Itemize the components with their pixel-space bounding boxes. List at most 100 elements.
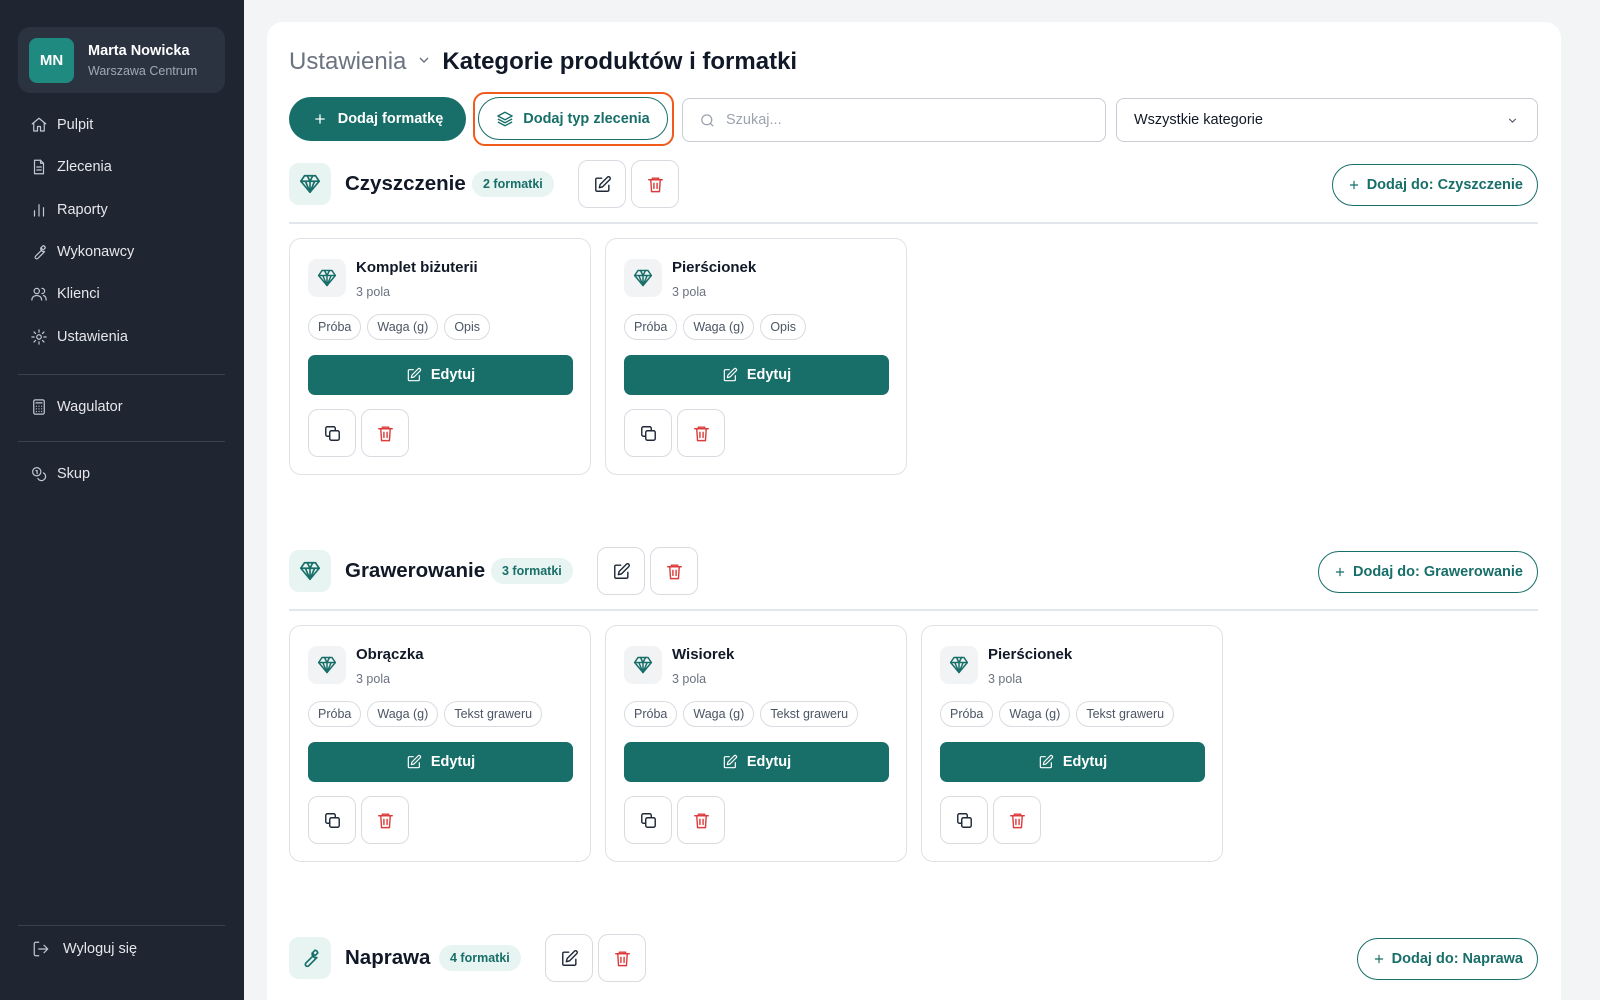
delete-category-button[interactable] xyxy=(631,160,679,208)
template-title: Pierścionek xyxy=(672,259,757,276)
delete-template-button[interactable] xyxy=(993,796,1041,844)
diamond-icon xyxy=(308,259,346,297)
sidebar-item-raporty[interactable]: Raporty xyxy=(30,198,108,222)
category-filter-select[interactable]: Wszystkie kategorie xyxy=(1116,98,1538,142)
duplicate-template-button[interactable] xyxy=(308,409,356,457)
wrench-icon xyxy=(34,245,46,260)
delete-template-button[interactable] xyxy=(677,796,725,844)
sidebar-item-label: Skup xyxy=(57,466,91,482)
sidebar-item-wagulator[interactable]: Wagulator xyxy=(30,395,123,419)
edit-template-button[interactable]: Edytuj xyxy=(624,742,889,782)
sidebar-item-ustawienia[interactable]: Ustawienia xyxy=(30,325,128,349)
category-section: Czyszczenie 2 formatki Dodaj do: Czyszcz… xyxy=(289,160,1538,475)
trash-icon xyxy=(377,425,393,441)
breadcrumb-parent[interactable]: Ustawienia xyxy=(289,48,406,76)
sidebar-item-zlecenia[interactable]: Zlecenia xyxy=(30,155,112,179)
users-icon xyxy=(31,287,47,301)
edit-template-label: Edytuj xyxy=(430,754,476,770)
add-to-category-button[interactable]: Dodaj do: Naprawa xyxy=(1356,938,1538,980)
logout-icon xyxy=(33,941,49,957)
user-meta: Marta Nowicka Warszawa Centrum xyxy=(88,43,197,78)
sidebar-item-klienci[interactable]: Klienci xyxy=(30,282,100,306)
edit-template-button[interactable]: Edytuj xyxy=(624,355,889,395)
edit-template-button[interactable]: Edytuj xyxy=(308,742,573,782)
template-card: Pierścionek 3 pola Próba Waga (g) Tekst … xyxy=(921,625,1223,862)
edit-category-button[interactable] xyxy=(597,547,645,595)
sidebar-divider xyxy=(18,374,225,375)
add-order-type-label: Dodaj typ zlecenia xyxy=(523,110,650,127)
template-card: Wisiorek 3 pola Próba Waga (g) Tekst gra… xyxy=(605,625,907,862)
field-chip: Waga (g) xyxy=(683,314,755,340)
add-order-type-button[interactable]: Dodaj typ zlecenia xyxy=(478,97,668,140)
plus-icon xyxy=(1335,567,1345,577)
section-divider xyxy=(289,609,1538,611)
add-template-button[interactable]: Dodaj formatkę xyxy=(289,97,466,141)
page-title: Kategorie produktów i formatki xyxy=(442,48,798,75)
search-box xyxy=(682,98,1106,142)
field-chip: Tekst graweru xyxy=(444,701,543,727)
template-count-badge: 3 formatki xyxy=(491,558,573,584)
edit-icon xyxy=(407,754,421,769)
logout-label: Wyloguj się xyxy=(63,941,138,957)
edit-category-button[interactable] xyxy=(578,160,626,208)
search-input[interactable] xyxy=(726,112,1086,128)
field-chip: Próba xyxy=(308,314,362,340)
duplicate-template-button[interactable] xyxy=(940,796,988,844)
template-card: Komplet biżuterii 3 pola Próba Waga (g) … xyxy=(289,238,591,475)
section-title: Czyszczenie xyxy=(345,172,466,195)
diamond-icon xyxy=(289,550,331,592)
user-location: Warszawa Centrum xyxy=(88,63,198,78)
add-to-category-button[interactable]: Dodaj do: Czyszczenie xyxy=(1331,164,1538,206)
sidebar-item-label: Wagulator xyxy=(57,399,123,415)
coins-icon xyxy=(32,467,47,482)
diamond-icon xyxy=(940,646,978,684)
sidebar-item-wykonawcy[interactable]: Wykonawcy xyxy=(30,240,134,264)
trash-icon xyxy=(666,563,682,579)
add-template-label: Dodaj formatkę xyxy=(337,111,444,127)
diamond-icon xyxy=(624,259,662,297)
copy-icon xyxy=(956,812,972,828)
edit-icon xyxy=(407,367,421,382)
edit-template-button[interactable]: Edytuj xyxy=(308,355,573,395)
edit-template-label: Edytuj xyxy=(1062,754,1108,770)
field-chip: Waga (g) xyxy=(367,314,439,340)
document-icon xyxy=(33,159,45,175)
sidebar-item-skup[interactable]: Skup xyxy=(30,462,90,486)
delete-template-button[interactable] xyxy=(361,796,409,844)
add-to-category-label: Dodaj do: Grawerowanie xyxy=(1353,564,1523,580)
duplicate-template-button[interactable] xyxy=(308,796,356,844)
field-chips: Próba Waga (g) Tekst graweru xyxy=(940,701,1175,727)
duplicate-template-button[interactable] xyxy=(624,796,672,844)
main-panel: Ustawienia Kategorie produktów i formatk… xyxy=(267,22,1561,1000)
trash-icon xyxy=(1009,812,1025,828)
trash-icon xyxy=(693,425,709,441)
delete-template-button[interactable] xyxy=(677,409,725,457)
sidebar-item-label: Pulpit xyxy=(57,117,94,133)
edit-category-button[interactable] xyxy=(545,934,593,982)
edit-template-label: Edytuj xyxy=(746,754,792,770)
template-card: Obrączka 3 pola Próba Waga (g) Tekst gra… xyxy=(289,625,591,862)
template-title: Komplet biżuterii xyxy=(356,259,478,276)
user-card[interactable]: MN Marta Nowicka Warszawa Centrum xyxy=(18,27,225,93)
sidebar-item-label: Klienci xyxy=(57,286,100,302)
duplicate-template-button[interactable] xyxy=(624,409,672,457)
sidebar: MN Marta Nowicka Warszawa Centrum Pulpit… xyxy=(0,0,244,1000)
logout-button[interactable]: Wyloguj się xyxy=(32,937,137,961)
field-chip: Tekst graweru xyxy=(1076,701,1175,727)
add-to-category-button[interactable]: Dodaj do: Grawerowanie xyxy=(1318,551,1538,593)
section-header: Naprawa 4 formatki Dodaj do: Naprawa xyxy=(289,934,1538,997)
field-chip: Waga (g) xyxy=(367,701,439,727)
focus-ring: Dodaj typ zlecenia xyxy=(473,92,674,146)
wrench-icon xyxy=(289,937,331,979)
template-field-count: 3 pola xyxy=(988,672,1023,686)
sidebar-item-pulpit[interactable]: Pulpit xyxy=(30,113,93,137)
delete-category-button[interactable] xyxy=(598,934,646,982)
chevron-down-icon xyxy=(416,52,432,73)
copy-icon xyxy=(324,812,340,828)
delete-category-button[interactable] xyxy=(650,547,698,595)
search-icon xyxy=(701,113,714,127)
edit-template-button[interactable]: Edytuj xyxy=(940,742,1205,782)
template-field-count: 3 pola xyxy=(356,285,391,299)
trash-icon xyxy=(614,950,630,966)
delete-template-button[interactable] xyxy=(361,409,409,457)
